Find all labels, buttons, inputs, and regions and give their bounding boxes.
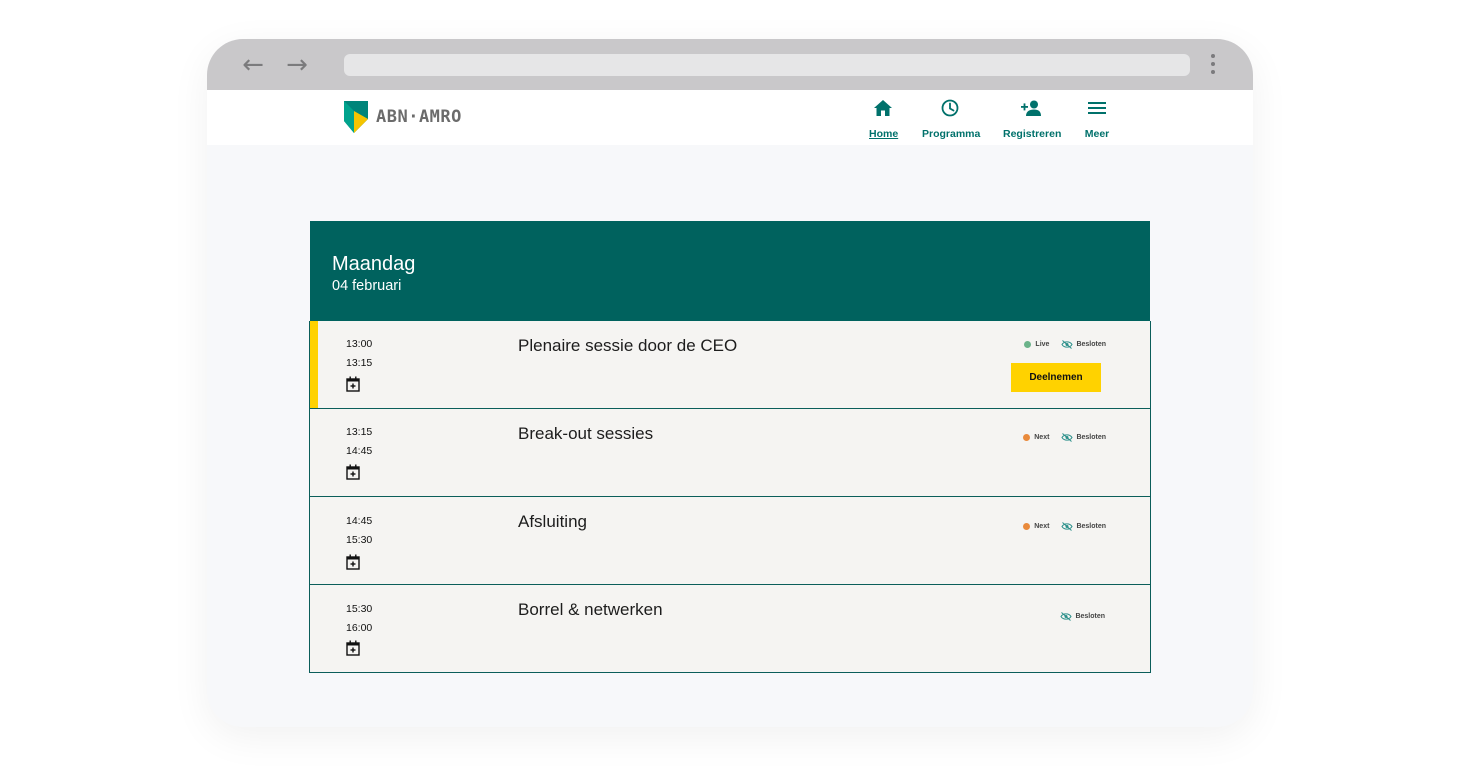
access-label: Besloten bbox=[1076, 341, 1106, 348]
abn-amro-logo[interactable]: ABN·AMRO bbox=[344, 101, 462, 133]
status-label: Next bbox=[1034, 434, 1050, 441]
nav-programma[interactable]: Programma bbox=[922, 96, 981, 140]
session-title: Afsluiting bbox=[518, 512, 587, 531]
eye-off-icon bbox=[1061, 522, 1074, 531]
browser-menu-icon[interactable] bbox=[1210, 54, 1216, 76]
session-list: 13:00 13:15 Plenaire sessie door de CEO … bbox=[309, 321, 1151, 673]
session-title: Plenaire sessie door de CEO bbox=[518, 336, 738, 355]
session-row[interactable]: 13:00 13:15 Plenaire sessie door de CEO … bbox=[309, 321, 1151, 409]
session-badges: Live Besloten bbox=[1024, 340, 1106, 349]
address-bar[interactable] bbox=[344, 54, 1190, 76]
session-end-time: 14:45 bbox=[346, 445, 373, 457]
access-badge: Besloten bbox=[1061, 522, 1106, 531]
nav-meer-label: Meer bbox=[1084, 128, 1110, 140]
add-to-calendar-icon[interactable] bbox=[346, 640, 360, 656]
browser-toolbar: ← → bbox=[207, 39, 1253, 90]
access-badge: Besloten bbox=[1061, 340, 1106, 349]
back-arrow-icon[interactable]: ← bbox=[238, 52, 268, 78]
nav-registreren[interactable]: Registreren bbox=[1003, 96, 1062, 140]
add-person-icon bbox=[1021, 100, 1041, 116]
session-badges: Next Besloten bbox=[1023, 522, 1106, 531]
session-end-time: 16:00 bbox=[346, 622, 373, 634]
clock-icon bbox=[941, 99, 959, 117]
logo-text: ABN·AMRO bbox=[376, 107, 462, 127]
status-badge: Next bbox=[1023, 523, 1049, 530]
session-start-time: 13:00 bbox=[346, 338, 373, 350]
session-end-time: 13:15 bbox=[346, 357, 373, 369]
menu-icon bbox=[1088, 102, 1106, 114]
live-dot-icon bbox=[1024, 341, 1032, 348]
status-label: Live bbox=[1035, 341, 1050, 348]
session-start-time: 14:45 bbox=[346, 515, 373, 527]
forward-arrow-icon[interactable]: → bbox=[282, 52, 312, 78]
session-start-time: 15:30 bbox=[346, 603, 373, 615]
session-row[interactable]: 15:30 16:00 Borrel & netwerken Besloten bbox=[309, 585, 1151, 673]
access-label: Besloten bbox=[1076, 523, 1106, 530]
add-to-calendar-icon[interactable] bbox=[346, 464, 360, 480]
session-badges: Next Besloten bbox=[1023, 433, 1106, 442]
add-to-calendar-icon[interactable] bbox=[346, 376, 360, 392]
next-dot-icon bbox=[1023, 434, 1031, 441]
nav-home[interactable]: Home bbox=[869, 96, 899, 140]
nav-programma-label: Programma bbox=[922, 128, 981, 140]
session-start-time: 13:15 bbox=[346, 426, 373, 438]
eye-off-icon bbox=[1061, 340, 1074, 349]
add-to-calendar-icon[interactable] bbox=[346, 554, 360, 570]
browser-window: ← → ABN·AMRO Home Programma Registreren … bbox=[207, 39, 1253, 727]
eye-off-icon bbox=[1060, 612, 1073, 621]
session-row[interactable]: 14:45 15:30 Afsluiting Next Besloten bbox=[309, 497, 1151, 585]
home-icon bbox=[874, 100, 892, 116]
session-end-time: 15:30 bbox=[346, 534, 373, 546]
session-badges: Besloten bbox=[1060, 612, 1105, 621]
session-title: Break-out sessies bbox=[518, 424, 654, 443]
status-label: Next bbox=[1034, 523, 1050, 530]
access-badge: Besloten bbox=[1061, 433, 1106, 442]
day-header: Maandag 04 februari bbox=[310, 221, 1150, 321]
status-badge: Next bbox=[1023, 434, 1049, 441]
status-badge: Live bbox=[1024, 341, 1049, 348]
access-label: Besloten bbox=[1076, 434, 1106, 441]
nav-registreren-label: Registreren bbox=[1003, 128, 1062, 140]
day-date: 04 februari bbox=[332, 278, 402, 294]
nav-meer[interactable]: Meer bbox=[1083, 96, 1111, 140]
join-button[interactable]: Deelnemen bbox=[1011, 363, 1101, 392]
eye-off-icon bbox=[1061, 433, 1074, 442]
day-name: Maandag bbox=[332, 253, 416, 275]
abn-amro-shield-icon bbox=[344, 101, 368, 133]
access-label: Besloten bbox=[1075, 613, 1105, 620]
session-row[interactable]: 13:15 14:45 Break-out sessies Next Beslo… bbox=[309, 409, 1151, 497]
access-badge: Besloten bbox=[1060, 612, 1105, 621]
site-header: ABN·AMRO Home Programma Registreren Meer bbox=[207, 90, 1253, 145]
session-title: Borrel & netwerken bbox=[518, 600, 663, 619]
live-accent-bar bbox=[310, 321, 318, 408]
next-dot-icon bbox=[1023, 523, 1031, 530]
nav-home-label: Home bbox=[869, 128, 899, 140]
